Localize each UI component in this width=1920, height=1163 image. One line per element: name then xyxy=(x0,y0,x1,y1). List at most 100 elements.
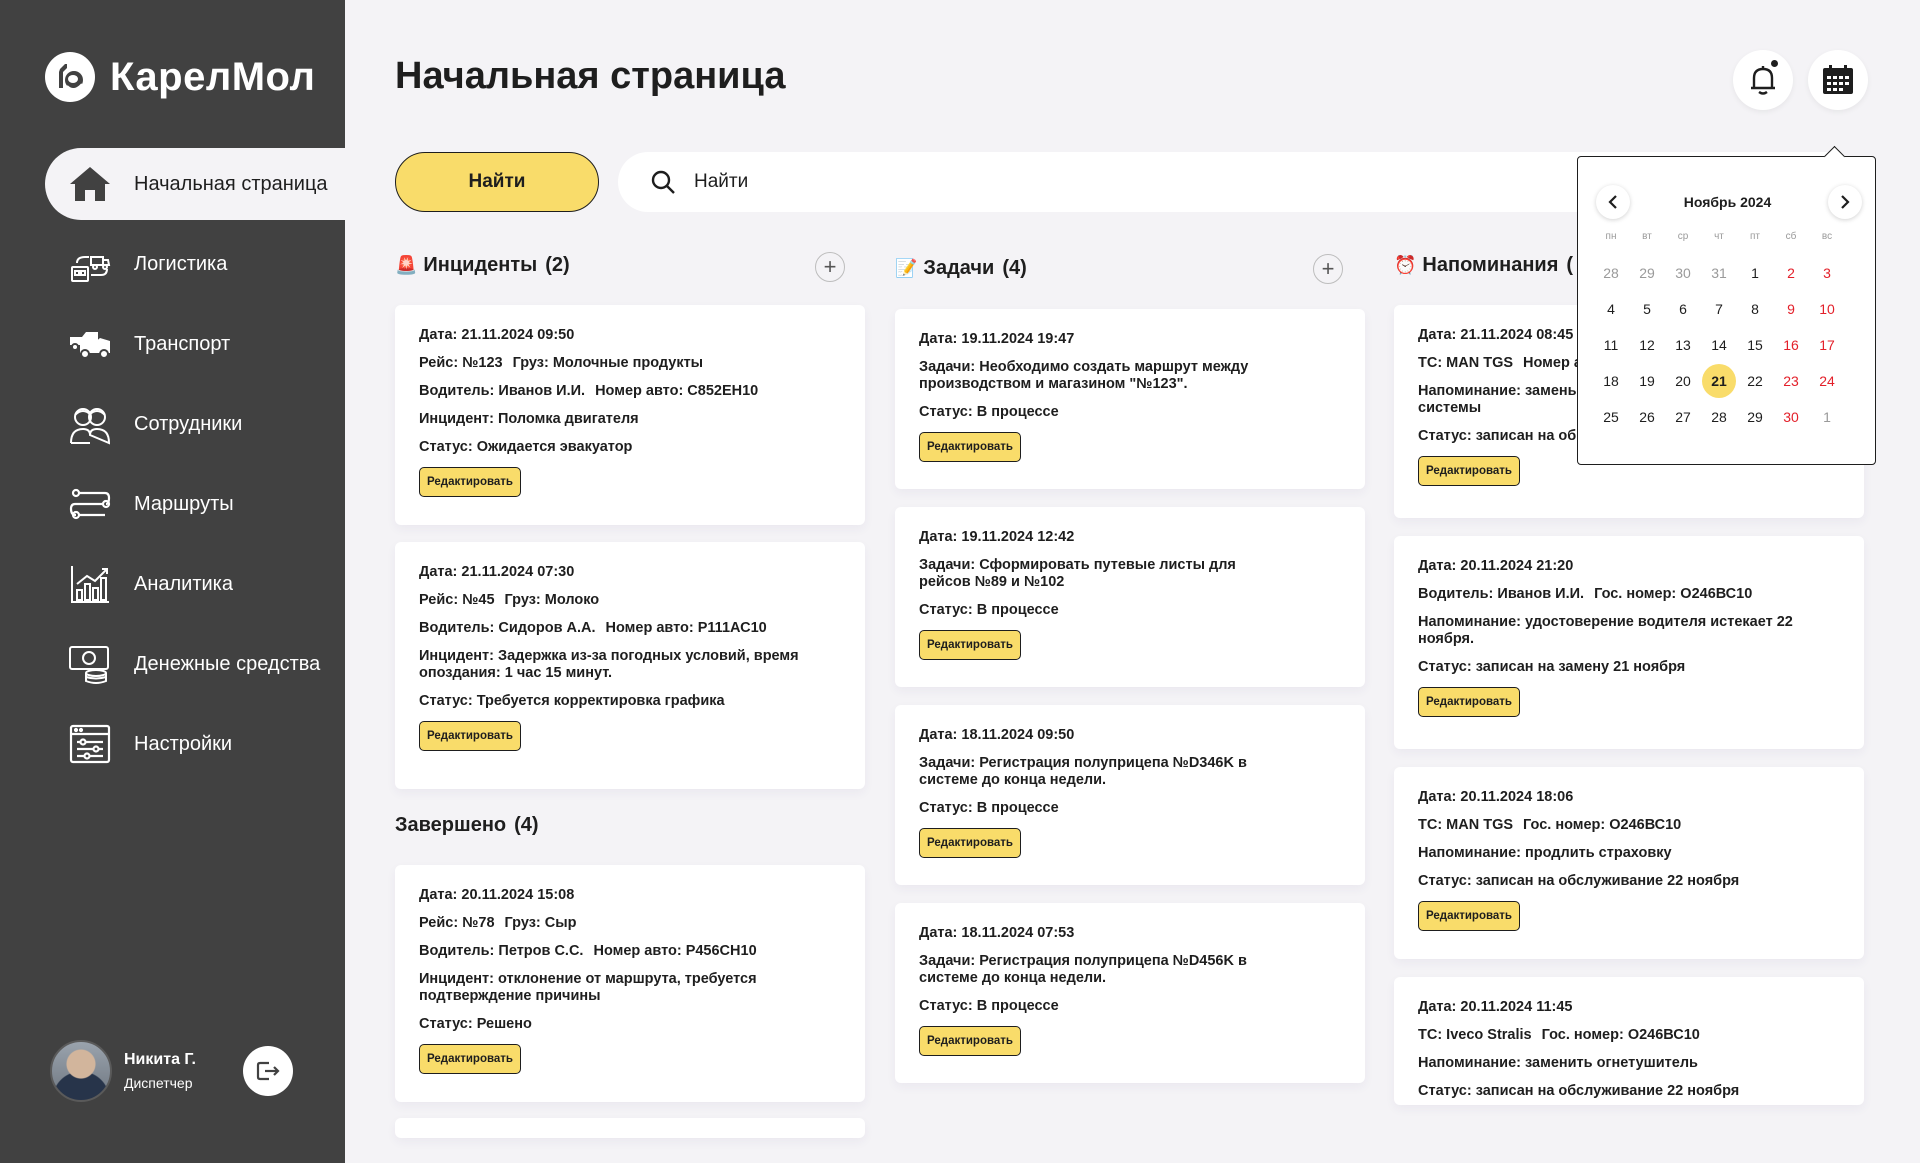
plus-icon: + xyxy=(1321,256,1335,281)
edit-button[interactable]: Редактировать xyxy=(919,828,1021,858)
user-profile[interactable]: Никита Г. Диспетчер xyxy=(50,1040,196,1102)
settings-icon xyxy=(68,722,112,766)
calendar-day[interactable]: 2 xyxy=(1773,255,1809,291)
calendar-day[interactable]: 15 xyxy=(1737,327,1773,363)
incidents-title: Инциденты xyxy=(423,254,538,276)
card-vehicle: ТС: MAN TGS Гос. номер: О246ВС10 xyxy=(1418,817,1682,833)
calendar-day[interactable]: 30 xyxy=(1665,255,1701,291)
edit-button[interactable]: Редактировать xyxy=(919,1026,1021,1056)
sidebar-item-analytics[interactable]: Аналитика xyxy=(0,548,345,620)
calendar-day[interactable]: 13 xyxy=(1665,327,1701,363)
card-driver: Водитель: Иванов И.И. Номер авто: С852ЕН1… xyxy=(419,383,759,399)
logout-button[interactable] xyxy=(243,1046,293,1096)
find-button[interactable]: Найти xyxy=(395,152,599,212)
search-icon xyxy=(651,170,675,194)
calendar-day[interactable]: 24 xyxy=(1809,363,1845,399)
card-reminder: Напоминание: замены системы xyxy=(1418,383,1581,416)
calendar-day[interactable]: 28 xyxy=(1593,255,1629,291)
employees-icon xyxy=(68,402,112,446)
sidebar-item-label: Транспорт xyxy=(134,332,231,355)
sidebar-item-logistics[interactable]: Логистика xyxy=(0,228,345,300)
tasks-count: (4) xyxy=(1002,257,1027,279)
card-incident: Инцидент: отклонение от маршрута, требуе… xyxy=(419,971,757,1004)
calendar-day[interactable]: 23 xyxy=(1773,363,1809,399)
edit-button[interactable]: Редактировать xyxy=(1418,687,1520,717)
edit-button[interactable]: Редактировать xyxy=(919,630,1021,660)
add-incident-button[interactable]: + xyxy=(815,252,845,282)
calendar-day[interactable]: 3 xyxy=(1809,255,1845,291)
sidebar-item-settings[interactable]: Настройки xyxy=(0,708,345,780)
search-input[interactable] xyxy=(694,171,1494,193)
card-status: Статус: В процессе xyxy=(919,800,1059,816)
calendar-day-selected[interactable]: 21 xyxy=(1701,363,1737,399)
card-date: Дата: 21.11.2024 09:50 xyxy=(419,327,575,343)
reminders-header: ⏰ Напоминания ( xyxy=(1394,254,1573,277)
app-root: КарелМол Начальная страница Логистика Тр… xyxy=(0,0,1920,1163)
calendar-day[interactable]: 16 xyxy=(1773,327,1809,363)
edit-button[interactable]: Редактировать xyxy=(419,467,521,497)
card-status: Статус: Требуется корректировка графика xyxy=(419,693,725,709)
edit-button[interactable]: Редактировать xyxy=(919,432,1021,462)
calendar-day[interactable]: 5 xyxy=(1629,291,1665,327)
calendar-day[interactable]: 4 xyxy=(1593,291,1629,327)
card-trip: Рейс: №123 Груз: Молочные продукты xyxy=(419,355,704,371)
alarm-clock-icon: ⏰ xyxy=(1394,255,1417,275)
siren-icon: 🚨 xyxy=(395,255,418,275)
calendar-day[interactable]: 29 xyxy=(1629,255,1665,291)
sidebar-item-money[interactable]: Денежные средства xyxy=(0,628,345,700)
edit-button[interactable]: Редактировать xyxy=(419,1044,521,1074)
edit-button[interactable]: Редактировать xyxy=(419,721,521,751)
calendar-day[interactable]: 10 xyxy=(1809,291,1845,327)
sidebar-item-label: Денежные средства xyxy=(134,652,321,675)
truck-icon xyxy=(68,322,112,366)
completed-header: Завершено (4) xyxy=(395,814,539,837)
weekday-label: ср xyxy=(1677,231,1689,242)
calendar-day[interactable]: 26 xyxy=(1629,399,1665,435)
card-reminder: Напоминание: заменить огнетушитель xyxy=(1418,1055,1698,1071)
calendar-day[interactable]: 11 xyxy=(1593,327,1629,363)
calendar-day[interactable]: 14 xyxy=(1701,327,1737,363)
calendar-day[interactable]: 8 xyxy=(1737,291,1773,327)
sidebar-item-label: Начальная страница xyxy=(134,172,328,195)
calendar-day[interactable]: 31 xyxy=(1701,255,1737,291)
reminder-card: Дата: 20.11.2024 18:06 ТС: MAN TGS Гос. н… xyxy=(1394,767,1864,959)
bell-icon xyxy=(1751,66,1775,95)
card-date: Дата: 20.11.2024 15:08 xyxy=(419,887,575,903)
calendar-day[interactable]: 6 xyxy=(1665,291,1701,327)
edit-button[interactable]: Редактировать xyxy=(1418,456,1520,486)
card-task: Задачи: Регистрация полуприцепа №D346K в… xyxy=(919,755,1247,788)
avatar xyxy=(50,1040,112,1102)
weekday-label: сб xyxy=(1785,231,1797,242)
sidebar-item-employees[interactable]: Сотрудники xyxy=(0,388,345,460)
calendar-day[interactable]: 22 xyxy=(1737,363,1773,399)
reminders-count: ( xyxy=(1566,254,1574,276)
sidebar-item-routes[interactable]: Маршруты xyxy=(0,468,345,540)
reminders-title: Напоминания xyxy=(1422,254,1559,276)
calendar-next-button[interactable] xyxy=(1828,185,1862,219)
calendar-day[interactable]: 1 xyxy=(1737,255,1773,291)
sidebar-item-home[interactable]: Начальная страница xyxy=(45,148,345,220)
calendar-day[interactable]: 12 xyxy=(1629,327,1665,363)
calendar-day[interactable]: 20 xyxy=(1665,363,1701,399)
calendar-day[interactable]: 17 xyxy=(1809,327,1845,363)
calendar-day[interactable]: 29 xyxy=(1737,399,1773,435)
completed-card: Дата: 20.11.2024 15:08 Рейс: №78 Груз: Сы… xyxy=(395,865,865,1102)
logo[interactable]: КарелМол xyxy=(45,52,315,102)
chevron-right-icon xyxy=(1841,195,1850,209)
calendar-day[interactable]: 19 xyxy=(1629,363,1665,399)
calendar-day[interactable]: 27 xyxy=(1665,399,1701,435)
calendar-day[interactable]: 28 xyxy=(1701,399,1737,435)
calendar-day[interactable]: 7 xyxy=(1701,291,1737,327)
card-status: Статус: Решено xyxy=(419,1016,532,1032)
notifications-button[interactable] xyxy=(1733,50,1793,110)
calendar-day[interactable]: 18 xyxy=(1593,363,1629,399)
sidebar-item-transport[interactable]: Транспорт xyxy=(0,308,345,380)
calendar-day[interactable]: 9 xyxy=(1773,291,1809,327)
card-date: Дата: 19.11.2024 12:42 xyxy=(919,529,1075,545)
calendar-day[interactable]: 1 xyxy=(1809,399,1845,435)
calendar-button[interactable] xyxy=(1808,50,1868,110)
add-task-button[interactable]: + xyxy=(1313,254,1343,284)
calendar-day[interactable]: 25 xyxy=(1593,399,1629,435)
calendar-day[interactable]: 30 xyxy=(1773,399,1809,435)
edit-button[interactable]: Редактировать xyxy=(1418,901,1520,931)
